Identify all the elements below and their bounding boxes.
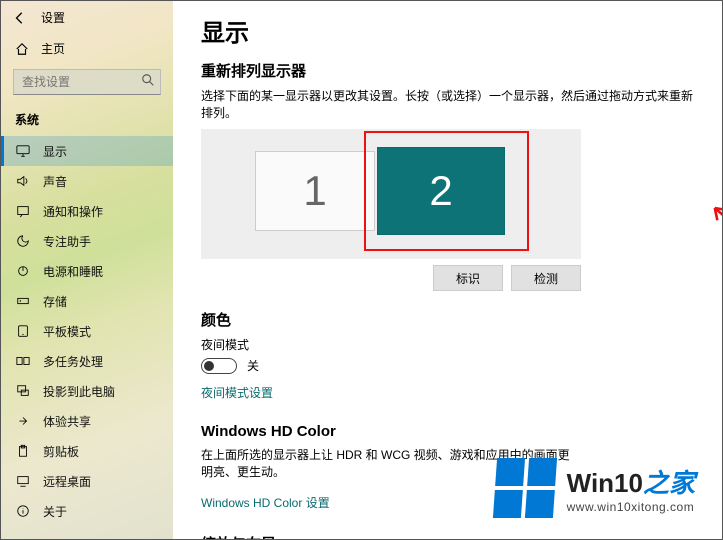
- sidebar-item-notifications[interactable]: 通知和操作: [1, 196, 173, 226]
- sidebar-item-power[interactable]: 电源和睡眠: [1, 256, 173, 286]
- sidebar-item-label: 电源和睡眠: [43, 263, 103, 280]
- tablet-icon: [15, 323, 31, 339]
- nightlight-state: 关: [247, 357, 259, 374]
- nightlight-settings-link[interactable]: 夜间模式设置: [201, 384, 273, 401]
- remote-icon: [15, 473, 31, 489]
- sidebar-category: 系统: [1, 105, 173, 132]
- app-title: 设置: [41, 9, 65, 26]
- sidebar-item-shared[interactable]: 体验共享: [1, 406, 173, 436]
- rearrange-title: 重新排列显示器: [201, 60, 694, 81]
- sidebar-item-label: 存储: [43, 293, 67, 310]
- sidebar-item-about[interactable]: 关于: [1, 496, 173, 526]
- clipboard-icon: [15, 443, 31, 459]
- monitor-1[interactable]: 1: [255, 151, 375, 231]
- sidebar-item-clipboard[interactable]: 剪贴板: [1, 436, 173, 466]
- sidebar-item-sound[interactable]: 声音: [1, 166, 173, 196]
- shared-icon: [15, 413, 31, 429]
- storage-icon: [15, 293, 31, 309]
- annotation-arrow: [703, 201, 722, 271]
- sound-icon: [15, 173, 31, 189]
- color-title: 颜色: [201, 309, 694, 330]
- rearrange-desc: 选择下面的某一显示器以更改其设置。长按（或选择）一个显示器，然后通过拖动方式来重…: [201, 87, 694, 121]
- sidebar-item-remote[interactable]: 远程桌面: [1, 466, 173, 496]
- sidebar-item-label: 关于: [43, 503, 67, 520]
- notifications-icon: [15, 203, 31, 219]
- sidebar-item-label: 声音: [43, 173, 67, 190]
- sidebar-item-display[interactable]: 显示: [1, 136, 173, 166]
- sidebar-item-label: 通知和操作: [43, 203, 103, 220]
- sidebar-item-label: 投影到此电脑: [43, 383, 115, 400]
- back-icon[interactable]: [13, 11, 27, 25]
- hdcolor-link[interactable]: Windows HD Color 设置: [201, 494, 330, 511]
- sidebar-item-label: 体验共享: [43, 413, 91, 430]
- sidebar-item-focus[interactable]: 专注助手: [1, 226, 173, 256]
- sidebar-item-label: 远程桌面: [43, 473, 91, 490]
- sidebar-item-storage[interactable]: 存储: [1, 286, 173, 316]
- nightlight-label: 夜间模式: [201, 336, 694, 353]
- search-input[interactable]: [13, 69, 161, 95]
- sidebar-item-projecting[interactable]: 投影到此电脑: [1, 376, 173, 406]
- search-icon: [141, 73, 155, 87]
- sidebar-item-label: 专注助手: [43, 233, 91, 250]
- display-icon: [15, 143, 31, 159]
- home-icon: [15, 42, 29, 56]
- hdcolor-title: Windows HD Color: [201, 423, 694, 440]
- windows-logo-icon: [493, 458, 557, 518]
- home-row[interactable]: 主页: [1, 34, 173, 63]
- watermark-url: www.win10xitong.com: [567, 500, 695, 514]
- sidebar-item-label: 显示: [43, 143, 67, 160]
- sidebar-item-label: 平板模式: [43, 323, 91, 340]
- monitor-2[interactable]: 2: [377, 147, 505, 235]
- nightlight-toggle[interactable]: [201, 358, 237, 374]
- watermark-brand: Win10之家: [567, 463, 695, 500]
- sidebar-item-tablet[interactable]: 平板模式: [1, 316, 173, 346]
- scale-title: 缩放与布局: [201, 533, 694, 539]
- sidebar-item-label: 剪贴板: [43, 443, 79, 460]
- projecting-icon: [15, 383, 31, 399]
- sidebar: 设置 主页 系统 显示 声音 通知和操作: [1, 1, 173, 539]
- sidebar-item-multitask[interactable]: 多任务处理: [1, 346, 173, 376]
- multitask-icon: [15, 353, 31, 369]
- home-label: 主页: [41, 40, 65, 57]
- identify-button[interactable]: 标识: [433, 265, 503, 291]
- page-title: 显示: [201, 13, 694, 48]
- display-arrangement-area[interactable]: 1 2: [201, 129, 581, 259]
- power-icon: [15, 263, 31, 279]
- about-icon: [15, 503, 31, 519]
- watermark: Win10之家 www.win10xitong.com: [495, 458, 695, 518]
- detect-button[interactable]: 检测: [511, 265, 581, 291]
- focus-icon: [15, 233, 31, 249]
- sidebar-item-label: 多任务处理: [43, 353, 103, 370]
